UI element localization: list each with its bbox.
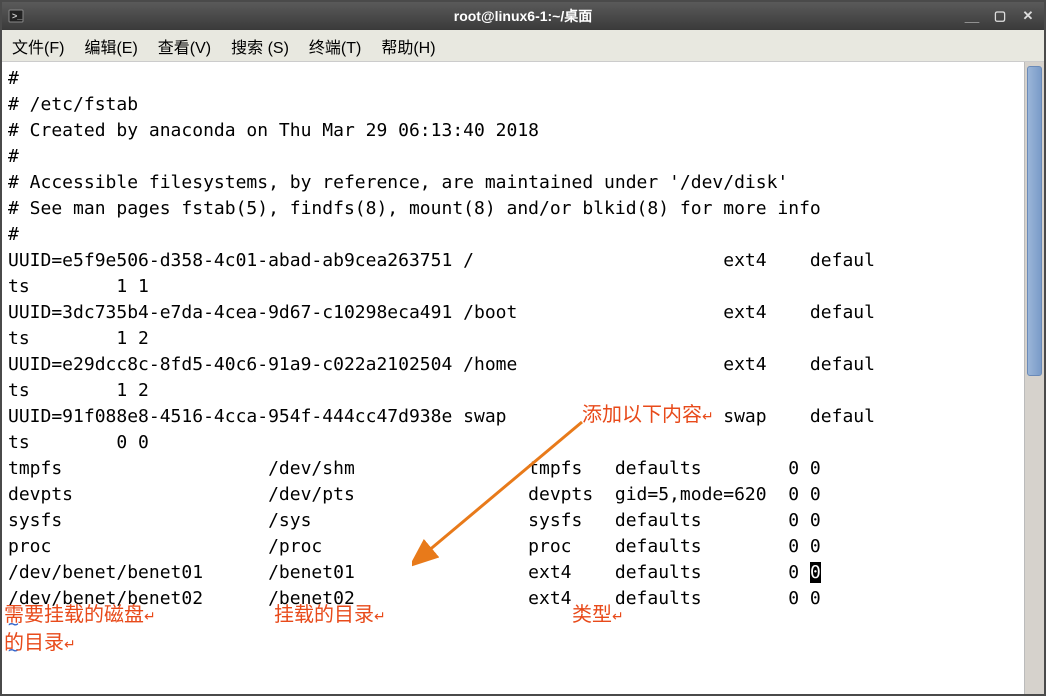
- menu-file[interactable]: 文件(F): [12, 34, 64, 58]
- menu-help[interactable]: 帮助(H): [381, 34, 435, 58]
- terminal-line: UUID=e29dcc8c-8fd5-40c6-91a9-c022a210250…: [8, 354, 875, 375]
- terminal-line: #: [8, 146, 19, 167]
- window-controls: __ ▢ ✕: [962, 8, 1038, 24]
- terminal-cursor: 0: [810, 562, 821, 583]
- terminal-line: tmpfs /dev/shm tmpfs defaults 0 0: [8, 458, 821, 479]
- menubar: 文件(F) 编辑(E) 查看(V) 搜索 (S) 终端(T) 帮助(H): [2, 30, 1044, 62]
- maximize-button[interactable]: ▢: [990, 8, 1010, 24]
- terminal-line: proc /proc proc defaults 0 0: [8, 536, 821, 557]
- terminal-line: # Accessible filesystems, by reference, …: [8, 172, 788, 193]
- terminal-line: ts 1 1: [8, 276, 149, 297]
- terminal-line: UUID=91f088e8-4516-4cca-954f-444cc47d938…: [8, 406, 875, 427]
- terminal-line: UUID=e5f9e506-d358-4c01-abad-ab9cea26375…: [8, 250, 875, 271]
- scrollbar-thumb[interactable]: [1027, 66, 1042, 376]
- window-titlebar: >_ root@linux6-1:~/桌面 __ ▢ ✕: [2, 2, 1044, 30]
- terminal-line: /dev/benet/benet02 /benet02 ext4 default…: [8, 588, 821, 609]
- terminal-line: # See man pages fstab(5), findfs(8), mou…: [8, 198, 821, 219]
- terminal-line: ts 0 0: [8, 432, 149, 453]
- terminal-line: devpts /dev/pts devpts gid=5,mode=620 0 …: [8, 484, 821, 505]
- menu-search[interactable]: 搜索 (S): [231, 34, 289, 58]
- menu-edit[interactable]: 编辑(E): [84, 34, 137, 58]
- minimize-button[interactable]: __: [962, 8, 982, 24]
- terminal-content[interactable]: # # /etc/fstab # Created by anaconda on …: [2, 62, 1024, 694]
- terminal-line: # Created by anaconda on Thu Mar 29 06:1…: [8, 120, 539, 141]
- terminal-line: sysfs /sys sysfs defaults 0 0: [8, 510, 821, 531]
- terminal-line: #: [8, 224, 19, 245]
- terminal-line: #: [8, 68, 19, 89]
- vim-tilde: ~: [8, 640, 19, 661]
- vertical-scrollbar[interactable]: [1024, 62, 1044, 694]
- window-title: root@linux6-1:~/桌面: [454, 6, 593, 26]
- svg-text:>_: >_: [12, 11, 23, 21]
- terminal-line: ts 1 2: [8, 328, 149, 349]
- terminal-line: UUID=3dc735b4-e7da-4cea-9d67-c10298eca49…: [8, 302, 875, 323]
- terminal-app-icon: >_: [8, 8, 24, 24]
- vim-tilde: ~: [8, 614, 19, 635]
- terminal-line: /dev/benet/benet01 /benet01 ext4 default…: [8, 562, 810, 583]
- terminal-area: # # /etc/fstab # Created by anaconda on …: [2, 62, 1044, 694]
- menu-view[interactable]: 查看(V): [158, 34, 211, 58]
- close-button[interactable]: ✕: [1018, 8, 1038, 24]
- menu-terminal[interactable]: 终端(T): [309, 34, 361, 58]
- terminal-line: ts 1 2: [8, 380, 149, 401]
- terminal-line: # /etc/fstab: [8, 94, 138, 115]
